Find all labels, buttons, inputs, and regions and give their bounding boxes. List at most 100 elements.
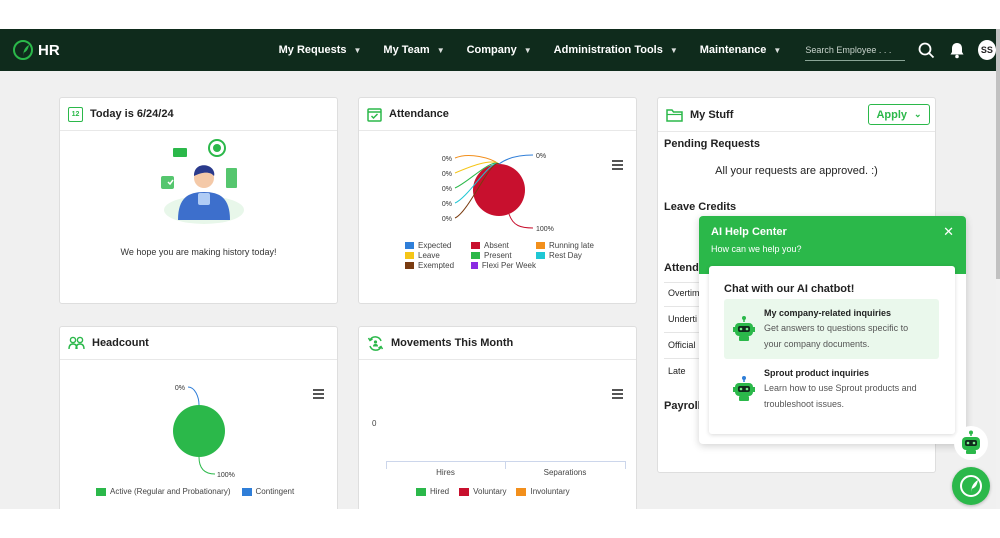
legend-item[interactable]: Running late: [536, 241, 615, 250]
company-inquiries-option[interactable]: My company-related inquiries Get answers…: [724, 299, 939, 359]
pie-data-label: 100%: [217, 472, 235, 479]
divider: [664, 332, 704, 333]
nav-maintenance[interactable]: Maintenance ▼: [700, 44, 782, 56]
chatbot-launcher-button[interactable]: [954, 426, 988, 460]
calendar-check-icon: [367, 107, 382, 122]
pie-data-label: 0%: [442, 171, 452, 178]
option-desc-line: Get answers to questions specific to: [764, 323, 909, 333]
nav-my-team[interactable]: My Team ▼: [383, 44, 444, 56]
ai-help-center-title: AI Help Center: [711, 226, 787, 238]
my-stuff-title: My Stuff: [690, 108, 734, 121]
divider: [664, 282, 704, 283]
x-category-label: Separations: [543, 468, 587, 477]
pie-data-label: 0%: [442, 186, 452, 193]
x-category-label: Hires: [436, 468, 455, 477]
movements-card: Movements This Month 0 Hires Separations…: [358, 326, 637, 516]
employee-search-input[interactable]: [805, 44, 906, 55]
legend-item[interactable]: Hired: [416, 487, 449, 496]
option-desc-line: Learn how to use Sprout products and: [764, 383, 917, 393]
chart-menu-button[interactable]: [612, 389, 623, 401]
legend-item[interactable]: Rest Day: [536, 251, 615, 260]
legend-swatch: [241, 487, 252, 496]
legend-label: Hired: [430, 487, 450, 496]
robot-icon: [724, 359, 764, 419]
legend-item[interactable]: Flexi Per Week: [471, 261, 536, 270]
legend-item[interactable]: Voluntary: [459, 487, 506, 496]
pie-slice-absent: [473, 164, 525, 216]
legend-item[interactable]: Involuntary: [516, 487, 570, 496]
option-title: Sprout product inquiries: [764, 368, 869, 378]
chevron-down-icon: ⌄: [914, 109, 922, 119]
pie-data-label: 0%: [175, 385, 185, 392]
pie-connector-line: [198, 456, 216, 475]
search-button[interactable]: [917, 40, 935, 60]
employee-search[interactable]: [805, 39, 906, 61]
legend-item[interactable]: Expected: [405, 241, 471, 250]
ai-help-center-popup: AI Help Center How can we help you? ✕ Ch…: [699, 216, 966, 444]
headcount-pie-chart: 0% 100%: [173, 385, 235, 479]
legend-item[interactable]: Absent: [471, 241, 536, 250]
pie-data-label: 100%: [536, 226, 554, 233]
bottom-whitespace: [0, 509, 1000, 538]
x-axis-tick: [625, 461, 626, 469]
legend-item[interactable]: Contingent: [241, 487, 294, 496]
search-icon: [918, 42, 934, 58]
legend-item[interactable]: Exempted: [405, 261, 471, 270]
brand[interactable]: HR: [13, 40, 233, 60]
nav-my-requests[interactable]: My Requests ▼: [279, 44, 362, 56]
notifications-button[interactable]: [947, 40, 965, 60]
legend-label: Running late: [549, 241, 594, 250]
nav-menu: My Requests ▼ My Team ▼ Company ▼ Administr…: [279, 44, 804, 56]
legend-swatch: [459, 487, 470, 496]
legend-swatch: [516, 487, 527, 496]
nav-label: Maintenance: [699, 44, 767, 56]
pie-connector-line: [187, 386, 200, 406]
legend-swatch: [405, 242, 414, 249]
people-icon: [68, 336, 85, 349]
sprout-leaf-icon: [13, 40, 33, 60]
caret-down-icon: ▼: [773, 45, 782, 55]
ai-help-center-subtitle: How can we help you?: [711, 244, 802, 254]
person-at-desk-illustration: [161, 139, 244, 224]
y-axis-tick: 0: [372, 419, 377, 428]
legend-swatch: [96, 487, 106, 496]
legend-swatch: [536, 252, 545, 259]
option-title: My company-related inquiries: [764, 308, 892, 318]
attendance-card-header: Attendance: [359, 98, 636, 131]
nav-label: Company: [466, 44, 517, 56]
calendar-day: 12: [71, 110, 80, 118]
option-desc-line: your company documents.: [764, 339, 870, 349]
pending-requests-message: All your requests are approved. :): [715, 165, 878, 177]
legend-label: Expected: [418, 241, 452, 250]
legend-label: Active (Regular and Probationary): [110, 487, 231, 496]
today-card: 12 Today is 6/24/24 We hope you are maki…: [59, 97, 338, 304]
page-scrollbar-thumb[interactable]: [996, 29, 1000, 279]
legend-item[interactable]: Active (Regular and Probationary): [96, 487, 231, 496]
top-whitespace: [0, 0, 1000, 29]
nav-company[interactable]: Company ▼: [467, 44, 532, 56]
calendar-icon: 12: [68, 106, 83, 122]
nav-label: My Team: [383, 44, 430, 56]
overtime-row: Overtim: [668, 288, 700, 298]
attendance-card: Attendance 0% 0% 0% 0% 0% 0% 100% Expected Abs…: [358, 97, 637, 304]
sprout-product-inquiries-option[interactable]: Sprout product inquiries Learn how to us…: [724, 359, 939, 419]
pie-data-label: 0%: [442, 156, 452, 163]
today-card-header: 12 Today is 6/24/24: [60, 98, 337, 131]
apply-button[interactable]: Apply ⌄: [868, 104, 930, 125]
undertime-row: Underti: [668, 314, 698, 324]
nav-label: Administration Tools: [553, 44, 663, 56]
pie-data-label: 0%: [442, 216, 452, 223]
legend-label: Rest Day: [549, 251, 582, 260]
refresh-people-icon: [367, 335, 384, 351]
legend-item[interactable]: Leave: [405, 251, 471, 260]
close-icon[interactable]: ✕: [943, 224, 954, 240]
pie-slice-active: [173, 405, 225, 457]
legend-item[interactable]: Present: [471, 251, 536, 260]
nav-administration-tools[interactable]: Administration Tools ▼: [554, 44, 678, 56]
sprout-assistant-button[interactable]: [952, 467, 990, 505]
user-avatar[interactable]: SS: [977, 40, 996, 60]
legend-label: Exempted: [418, 261, 455, 270]
caret-down-icon: ▼: [436, 45, 445, 55]
pie-connector-line: [508, 213, 534, 229]
legend-swatch: [471, 262, 478, 269]
